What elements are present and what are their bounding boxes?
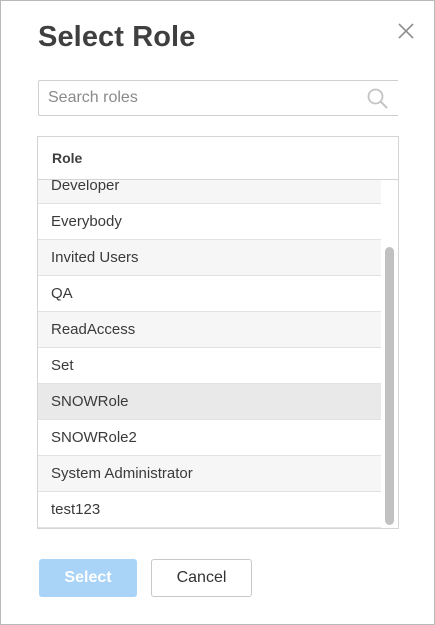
scrollbar[interactable]: [381, 180, 398, 528]
scrollbar-thumb[interactable]: [385, 247, 394, 525]
select-role-dialog: Select Role Role Developer Everybody Inv…: [0, 0, 435, 625]
table-row[interactable]: QA: [38, 276, 381, 312]
role-table: Role Developer Everybody Invited Users Q…: [37, 136, 399, 529]
row-label: test123: [51, 501, 101, 518]
table-row[interactable]: SNOWRole2: [38, 420, 381, 456]
role-list: Developer Everybody Invited Users QA Rea…: [38, 180, 381, 528]
row-label: ReadAccess: [51, 321, 136, 338]
dialog-title: Select Role: [38, 21, 196, 53]
table-row[interactable]: Everybody: [38, 204, 381, 240]
table-row[interactable]: SNOWRole: [38, 384, 381, 420]
table-row[interactable]: test123: [38, 492, 381, 528]
table-row[interactable]: ReadAccess: [38, 312, 381, 348]
search-icon[interactable]: [366, 87, 390, 111]
row-label: QA: [51, 285, 73, 302]
table-header: Role: [38, 137, 398, 180]
close-button[interactable]: [396, 21, 416, 41]
table-row[interactable]: System Administrator: [38, 456, 381, 492]
row-label: System Administrator: [51, 465, 193, 482]
row-label: SNOWRole2: [51, 429, 137, 446]
search-box: [38, 80, 398, 116]
table-row[interactable]: Invited Users: [38, 240, 381, 276]
close-icon: [398, 23, 414, 39]
row-label: SNOWRole: [51, 393, 129, 410]
row-label: Invited Users: [51, 249, 139, 266]
table-row[interactable]: Set: [38, 348, 381, 384]
search-input[interactable]: [48, 81, 358, 115]
row-label: Set: [51, 357, 74, 374]
table-row[interactable]: Developer: [38, 180, 381, 204]
cancel-button[interactable]: Cancel: [151, 559, 252, 597]
select-button[interactable]: Select: [39, 559, 137, 597]
row-label: Developer: [51, 180, 120, 194]
column-header-role: Role: [52, 150, 83, 166]
row-label: Everybody: [51, 213, 122, 230]
